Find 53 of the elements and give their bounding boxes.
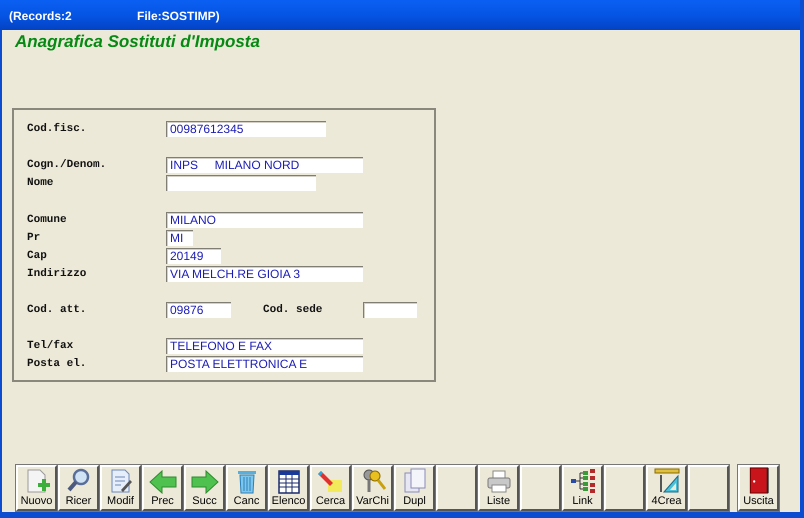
toolbar-button[interactable]: Dupl [394,465,435,511]
empty-toolbar-button[interactable] [436,465,477,511]
door-icon [748,467,770,494]
tree-diagram-icon [570,468,596,494]
input-field[interactable] [166,175,316,191]
toolbar-button[interactable]: Prec [142,465,183,511]
records-count: (Records:2 [9,8,73,25]
toolbar-button[interactable]: Elenco [268,465,309,511]
copy-pages-icon [402,468,426,494]
magnifier-icon [66,468,92,494]
toolbar-button[interactable]: Ricer [58,465,99,511]
left-arrow-icon [148,470,176,494]
empty-toolbar-button[interactable] [520,465,561,511]
toolbar-button[interactable]: VarChi [352,465,393,511]
field-label: Tel/fax [27,338,74,354]
field-label: Nome [27,176,54,191]
field-label: Cogn./Denom. [27,158,108,173]
toolbar-button[interactable]: Cerca [310,465,351,511]
input-field[interactable]: MILANO [166,212,363,228]
input-field[interactable]: VIA MELCH.RE GIOIA 3 [166,266,363,282]
field-label: Pr [27,230,42,246]
field-label: Cap [27,248,48,264]
input-field[interactable]: MI [166,230,193,246]
printer-icon [486,470,512,494]
field-label: Cod.fisc. [27,122,88,137]
input-field[interactable]: 20149 [166,248,221,264]
toolbar-button[interactable]: Link [562,465,603,511]
input-field[interactable]: 00987612345 [166,121,326,137]
input-field[interactable]: POSTA ELETTRONICA E [166,356,363,372]
page-heading: Anagrafica Sostituti d'Imposta [15,32,260,51]
input-field[interactable] [363,302,417,318]
field-label: Cod. att. [27,302,88,318]
field-label: Indirizzo [27,266,88,282]
field-label: Comune [27,212,68,228]
toolbar-button[interactable]: Canc [226,465,267,511]
empty-toolbar-button[interactable] [688,465,729,511]
table-icon [278,470,300,494]
input-field[interactable]: INPS MILANO NORD [166,157,363,173]
field-label: Posta el. [27,356,88,372]
toolbar-button[interactable]: Succ [184,465,225,511]
toolbar-button[interactable]: Uscita [738,465,779,511]
set-square-icon [654,468,680,494]
highlighter-icon [318,468,344,494]
empty-toolbar-button[interactable] [604,465,645,511]
input-field[interactable]: 09876 [166,302,231,318]
toolbar-button[interactable]: Liste [478,465,519,511]
file-name: File:SOSTIMP) [137,8,220,25]
field-label: Cod. sede [263,302,324,318]
toolbar-button[interactable]: Modif [100,465,141,511]
right-arrow-icon [190,470,218,494]
input-field[interactable]: TELEFONO E FAX [166,338,363,354]
toolbar-button[interactable]: 4Crea [646,465,687,511]
toolbar-button[interactable]: Nuovo [16,465,57,511]
